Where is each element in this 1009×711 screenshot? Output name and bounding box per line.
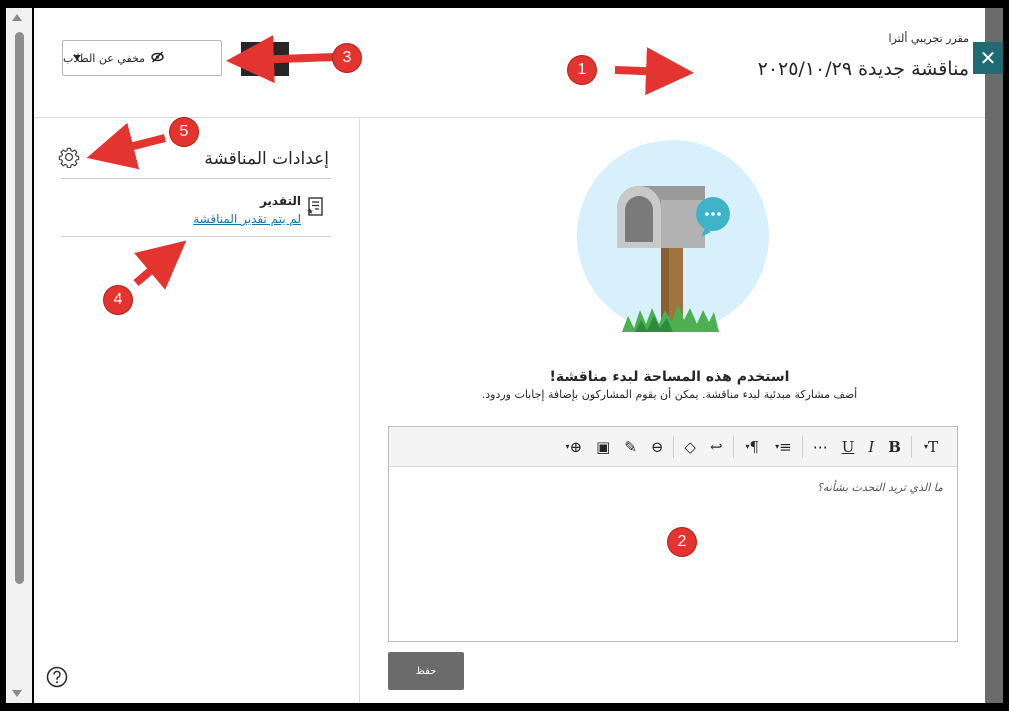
callout-5: 5: [170, 118, 198, 146]
toolbar-divider: [801, 435, 803, 458]
paragraph-icon: ¶: [749, 437, 760, 456]
text-size-icon: T: [927, 437, 938, 456]
paperclip-icon: ✎: [624, 437, 637, 456]
more-button[interactable]: ⋯: [806, 427, 835, 467]
hidden-eye-icon: [151, 50, 164, 66]
gear-icon[interactable]: [58, 146, 80, 168]
paragraph-button[interactable]: ¶ ▾: [737, 427, 767, 467]
scroll-thumb[interactable]: [15, 32, 24, 584]
chevron-down-icon: ▾: [923, 442, 928, 451]
settings-divider: [61, 178, 331, 179]
editor-placeholder[interactable]: ما الذي تريد التحدث بشأنه؟: [817, 481, 943, 494]
page-scrollbar[interactable]: [6, 8, 32, 703]
callout-4: 4: [104, 286, 132, 314]
close-icon: ✕: [979, 46, 997, 70]
callout-2: 2: [668, 528, 696, 556]
more-icon: ⋯: [812, 437, 828, 456]
eraser-icon: ◇: [684, 437, 696, 456]
chevron-down-icon: ▾: [775, 442, 780, 451]
callout-3: 3: [333, 44, 361, 72]
insert-icon: ⊕: [569, 437, 583, 456]
grading-divider: [61, 236, 331, 237]
editor-toolbar: T ▾ B I U ⋯ ≡ ▾ ¶ ▾ ↩ ◇ ⊖ ✎ ▣ ⊕ ▾: [389, 427, 957, 467]
clear-format-button[interactable]: ◇: [677, 427, 703, 467]
chevron-down-icon: ▾: [745, 442, 750, 451]
redo-icon: ↩: [709, 437, 723, 456]
scroll-up-icon[interactable]: [12, 14, 22, 21]
image-button[interactable]: ▣: [589, 427, 617, 467]
grading-icon: [307, 197, 323, 216]
bold-icon: B: [888, 437, 901, 456]
close-button[interactable]: ✕: [973, 42, 1003, 74]
empty-state-title: استخدم هذه المساحة لبدء مناقشة!: [549, 369, 790, 385]
mailbox-illustration: [577, 140, 769, 332]
settings-sidebar: إعدادات المناقشة التقدير لم يتم تقدير ال…: [34, 119, 360, 703]
background-page: [985, 8, 1003, 703]
link-button[interactable]: ⊖: [644, 427, 671, 467]
chevron-down-icon: [73, 55, 81, 60]
bold-button[interactable]: B: [881, 427, 908, 467]
insert-button[interactable]: ⊕ ▾: [556, 427, 589, 467]
grading-title: التقدير: [259, 194, 301, 208]
grading-link[interactable]: لم يتم تقدير المناقشة: [193, 212, 301, 226]
callout-1: 1: [568, 56, 596, 84]
italic-icon: I: [868, 437, 875, 456]
visibility-dropdown[interactable]: مخفي عن الطلاب: [62, 40, 222, 76]
panel-header: مقرر تجريبي ألترا مناقشة جديدة ٢٠٢٥/١٠/٢…: [34, 8, 985, 118]
save-button[interactable]: حفظ: [388, 652, 464, 690]
italic-button[interactable]: I: [861, 427, 881, 467]
link-icon: ⊖: [650, 437, 664, 456]
settings-title: إعدادات المناقشة: [204, 149, 329, 169]
redo-button[interactable]: ↩: [703, 427, 730, 467]
chevron-down-icon: ▾: [565, 442, 570, 451]
options-button[interactable]: [241, 42, 289, 76]
course-name: مقرر تجريبي ألترا: [888, 32, 969, 45]
scroll-down-icon[interactable]: [12, 690, 22, 697]
help-icon[interactable]: [46, 666, 68, 688]
image-icon: ▣: [596, 437, 611, 456]
underline-icon: U: [841, 437, 855, 456]
app-frame: ✕ مقرر تجريبي ألترا مناقشة جديدة ٢٠٢٥/١٠…: [0, 0, 1009, 711]
toolbar-divider: [732, 435, 734, 458]
toolbar-divider: [910, 435, 912, 458]
discussion-panel: مقرر تجريبي ألترا مناقشة جديدة ٢٠٢٥/١٠/٢…: [34, 8, 985, 703]
text-size-button[interactable]: T ▾: [915, 427, 945, 467]
align-button[interactable]: ≡ ▾: [766, 427, 799, 467]
empty-state-subtitle: أضف مشاركة مبدئية لبدء مناقشة. يمكن أن ي…: [481, 388, 858, 401]
background-overlay: [985, 8, 1003, 703]
toolbar-divider: [673, 435, 675, 458]
attach-button[interactable]: ✎: [617, 427, 644, 467]
underline-button[interactable]: U: [835, 427, 862, 467]
discussion-title[interactable]: مناقشة جديدة ٢٠٢٥/١٠/٢٩: [758, 58, 969, 80]
align-icon: ≡: [779, 437, 792, 456]
